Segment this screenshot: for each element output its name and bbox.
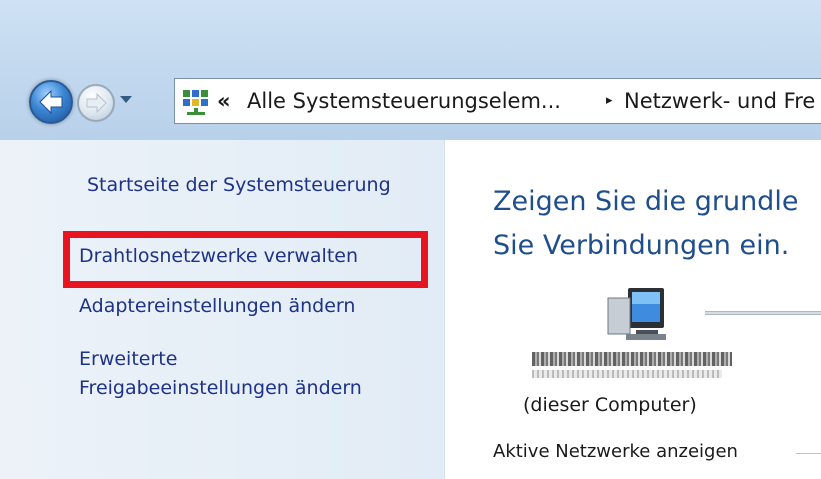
computer-icon [607, 288, 666, 340]
sidebar-item-change-adapter-settings[interactable]: Adaptereinstellungen ändern [79, 295, 355, 317]
highlight-annotation [63, 231, 428, 288]
page-title-line2: Sie Verbindungen ein. [493, 230, 790, 261]
back-arrow-icon [39, 89, 63, 115]
forward-button[interactable] [77, 84, 115, 122]
back-button[interactable] [29, 80, 73, 124]
network-connection-line [705, 311, 821, 315]
computer-caption: (dieser Computer) [523, 394, 697, 416]
active-networks-heading: Aktive Netzwerke anzeigen [493, 441, 738, 462]
address-bar[interactable]: « Alle Systemsteuerungselem... ▸ Netzwer… [174, 78, 821, 124]
breadcrumb-separator[interactable]: ▸ [606, 79, 613, 123]
sidebar-item-control-panel-home[interactable]: Startseite der Systemsteuerung [87, 174, 391, 196]
sidebar-item-advanced-sharing-settings[interactable]: Erweiterte Freigabeeinstellungen ändern [79, 345, 362, 403]
computer-subtitle-obscured [532, 370, 722, 378]
chevron-down-icon[interactable] [120, 96, 132, 103]
window-titlebar: « Alle Systemsteuerungselem... ▸ Netzwer… [0, 0, 821, 140]
breadcrumb-all-control-panel-items[interactable]: Alle Systemsteuerungselem... [247, 79, 561, 123]
heading-divider [796, 453, 821, 454]
control-panel-icon [183, 90, 208, 115]
sidebar: Startseite der Systemsteuerung Drahtlosn… [0, 140, 445, 479]
computer-name-obscured [532, 352, 732, 366]
address-overflow-chevrons[interactable]: « [217, 79, 231, 123]
page-title-line1: Zeigen Sie die grundle [493, 186, 799, 217]
forward-arrow-icon [86, 92, 107, 114]
breadcrumb-network-sharing-center[interactable]: Netzwerk- und Fre [624, 79, 815, 123]
